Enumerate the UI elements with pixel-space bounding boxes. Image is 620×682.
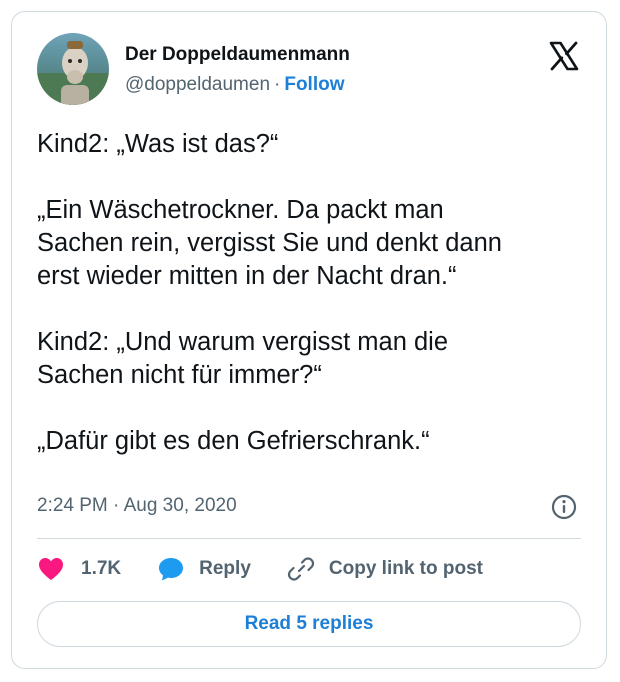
heart-icon xyxy=(39,558,63,580)
like-button[interactable]: 1.7K xyxy=(37,556,121,582)
follow-link[interactable]: Follow xyxy=(284,74,344,95)
tweet-timestamp[interactable]: 2:24 PM · Aug 30, 2020 xyxy=(37,495,237,517)
separator-dot: · xyxy=(274,74,281,95)
tweet-text: Kind2: „Was ist das?“ „Ein Wäschetrockne… xyxy=(37,128,597,491)
like-count: 1.7K xyxy=(81,558,122,579)
tweet-paragraph: „Dafür gibt es den Gefrierschrank.“ xyxy=(37,427,430,455)
avatar-image xyxy=(37,33,109,105)
divider xyxy=(37,538,581,539)
x-logo-icon[interactable] xyxy=(548,40,580,72)
reply-label: Reply xyxy=(199,558,251,579)
author-handle[interactable]: @doppeldaumen xyxy=(125,74,270,95)
reply-bubble-icon xyxy=(159,558,184,581)
tweet-paragraph: „Ein Wäschetrockner. Da packt man Sachen… xyxy=(37,196,502,290)
author-handle-row: @doppeldaumen · Follow xyxy=(125,74,345,96)
copy-link-label: Copy link to post xyxy=(328,558,483,579)
tweet-card: Der Doppeldaumenmann @doppeldaumen · Follo… xyxy=(11,11,607,669)
copy-link-button[interactable]: Copy link to post xyxy=(287,556,483,582)
read-replies-button[interactable]: Read 5 replies xyxy=(37,601,581,647)
author-name[interactable]: Der Doppeldaumenmann xyxy=(125,44,350,66)
avatar[interactable] xyxy=(37,33,109,105)
action-bar: 1.7K Reply Copy link to post xyxy=(37,554,483,584)
reply-button[interactable]: Reply xyxy=(157,556,251,582)
tweet-paragraph: Kind2: „Und warum vergisst man die Sache… xyxy=(37,328,449,389)
info-icon[interactable] xyxy=(550,493,578,521)
tweet-paragraph: Kind2: „Was ist das?“ xyxy=(37,130,279,158)
link-icon xyxy=(287,557,314,581)
